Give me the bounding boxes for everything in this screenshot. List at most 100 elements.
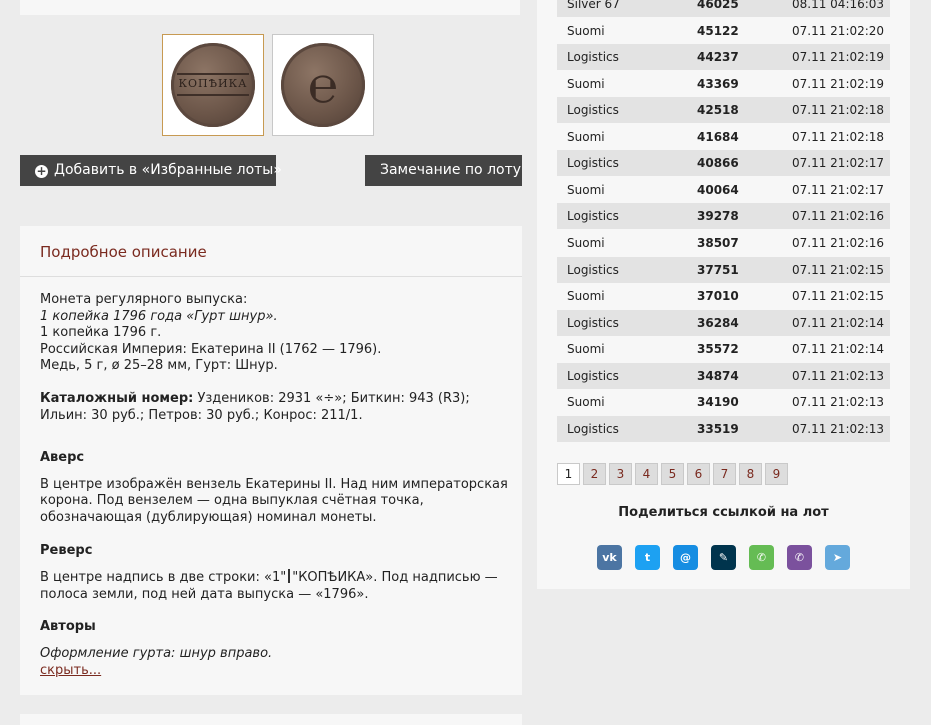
bid-time: 07.11 21:02:13 [792,368,885,383]
bid-time: 07.11 21:02:15 [792,262,885,277]
page-1[interactable]: 1 [557,463,580,485]
catalog-number: Каталожный номер: Уздеников: 2931 «÷»; Б… [40,390,470,423]
bid-amount: 36284 [697,315,739,330]
bid-time: 07.11 21:02:20 [792,23,885,38]
thumbnail-obverse[interactable]: КОПѢИКА [162,34,264,136]
bidder-name: Logistics [567,50,619,65]
bidder-name: Suomi [567,342,605,357]
description-title: Подробное описание [20,226,522,277]
plus-icon: + [35,164,48,178]
obverse-heading: Аверс [40,450,85,466]
bid-row: Logistics 37751 07.11 21:02:15 [557,256,890,283]
bid-row: Silver 67 46025 08.11 04:16:03 [557,0,890,17]
bid-time: 07.11 21:02:15 [792,289,885,304]
bidder-name: Suomi [567,289,605,304]
viber-icon[interactable]: ✆ [787,545,812,570]
page-5[interactable]: 5 [661,463,684,485]
telegram-icon[interactable]: ➤ [825,545,850,570]
edge-text: Оформление гурта: шнур вправо. [40,645,273,661]
bid-time: 07.11 21:02:13 [792,395,885,410]
next-panel [20,714,522,725]
bid-row: Logistics 34874 07.11 21:02:13 [557,362,890,389]
page-3[interactable]: 3 [609,463,632,485]
bid-amount: 40064 [697,182,739,197]
bidder-name: Logistics [567,315,619,330]
bid-amount: 43369 [697,76,739,91]
bid-amount: 37010 [697,289,739,304]
bid-row: Logistics 42518 07.11 21:02:18 [557,97,890,124]
bid-amount: 35572 [697,342,739,357]
bid-row: Suomi 35572 07.11 21:02:14 [557,336,890,362]
reverse-heading: Реверс [40,542,93,558]
bidder-name: Suomi [567,235,605,250]
hide-link[interactable]: скрыть... [40,663,101,678]
bid-amount: 39278 [697,209,739,224]
bid-row: Suomi 45122 07.11 21:02:20 [557,18,890,44]
description-body: Монета регулярного выпуска: 1 копейка 17… [40,292,510,679]
lot-remark-button[interactable]: Замечание по лоту [365,155,522,186]
bidder-name: Logistics [567,262,619,277]
bid-amount: 38507 [697,235,739,250]
obverse-text: В центре изображён вензель Екатерины II.… [40,476,508,525]
bid-row: Logistics 39278 07.11 21:02:16 [557,203,890,230]
bid-row: Logistics 44237 07.11 21:02:19 [557,44,890,71]
bidder-name: Suomi [567,129,605,144]
bidder-name: Suomi [567,395,605,410]
bid-time: 07.11 21:02:18 [792,129,885,144]
page-2[interactable]: 2 [583,463,606,485]
bid-time: 07.11 21:02:18 [792,103,885,118]
bid-amount: 44237 [697,50,739,65]
livejournal-icon[interactable]: ✎ [711,545,736,570]
bid-time: 07.11 21:02:17 [792,156,885,171]
bid-time: 07.11 21:02:13 [792,421,885,436]
twitter-icon[interactable]: t [635,545,660,570]
bid-time: 07.11 21:02:14 [792,315,885,330]
bid-row: Suomi 37010 07.11 21:02:15 [557,283,890,309]
bid-amount: 46025 [697,0,739,11]
bid-amount: 34190 [697,395,739,410]
add-to-favorites-button[interactable]: + Добавить в «Избранные лоты» [20,155,282,186]
thumbnail-reverse[interactable]: ℮ [272,34,374,136]
bid-row: Suomi 43369 07.11 21:02:19 [557,71,890,97]
bidder-name: Logistics [567,421,619,436]
bid-row: Suomi 34190 07.11 21:02:13 [557,389,890,415]
bidder-name: Suomi [567,23,605,38]
bidder-name: Logistics [567,368,619,383]
authors-heading: Авторы [40,619,96,635]
bid-time: 07.11 21:02:16 [792,209,885,224]
bid-amount: 45122 [697,23,739,38]
bid-row: Suomi 41684 07.11 21:02:18 [557,124,890,150]
bid-row: Logistics 33519 07.11 21:02:13 [557,415,890,442]
page-6[interactable]: 6 [687,463,710,485]
bid-time: 07.11 21:02:19 [792,50,885,65]
bid-amount: 41684 [697,129,739,144]
coin-reverse-image: ℮ [281,43,365,127]
whatsapp-icon[interactable]: ✆ [749,545,774,570]
bid-amount: 42518 [697,103,739,118]
bid-amount: 33519 [697,421,739,436]
bidder-name: Suomi [567,76,605,91]
bid-time: 07.11 21:02:17 [792,182,885,197]
lot-image-panel [20,0,520,15]
bid-time: 07.11 21:02:14 [792,342,885,357]
bidder-name: Logistics [567,156,619,171]
bid-amount: 40866 [697,156,739,171]
bid-row: Logistics 36284 07.11 21:02:14 [557,309,890,336]
bid-row: Suomi 38507 07.11 21:02:16 [557,230,890,256]
bid-row: Suomi 40064 07.11 21:02:17 [557,177,890,203]
share-title: Поделиться ссылкой на лот [618,505,829,520]
bid-time: 07.11 21:02:19 [792,76,885,91]
coin-obverse-image: КОПѢИКА [171,43,255,127]
page-4[interactable]: 4 [635,463,658,485]
bidder-name: Logistics [567,209,619,224]
page-9[interactable]: 9 [765,463,788,485]
bid-time: 08.11 04:16:03 [792,0,885,11]
bid-amount: 37751 [697,262,739,277]
bidder-name: Silver 67 [567,0,620,11]
moimir-icon[interactable]: @ [673,545,698,570]
page-8[interactable]: 8 [739,463,762,485]
page-7[interactable]: 7 [713,463,736,485]
description-panel: Подробное описание Монета регулярного вы… [20,226,522,695]
bid-amount: 34874 [697,368,739,383]
vk-icon[interactable]: vk [597,545,622,570]
